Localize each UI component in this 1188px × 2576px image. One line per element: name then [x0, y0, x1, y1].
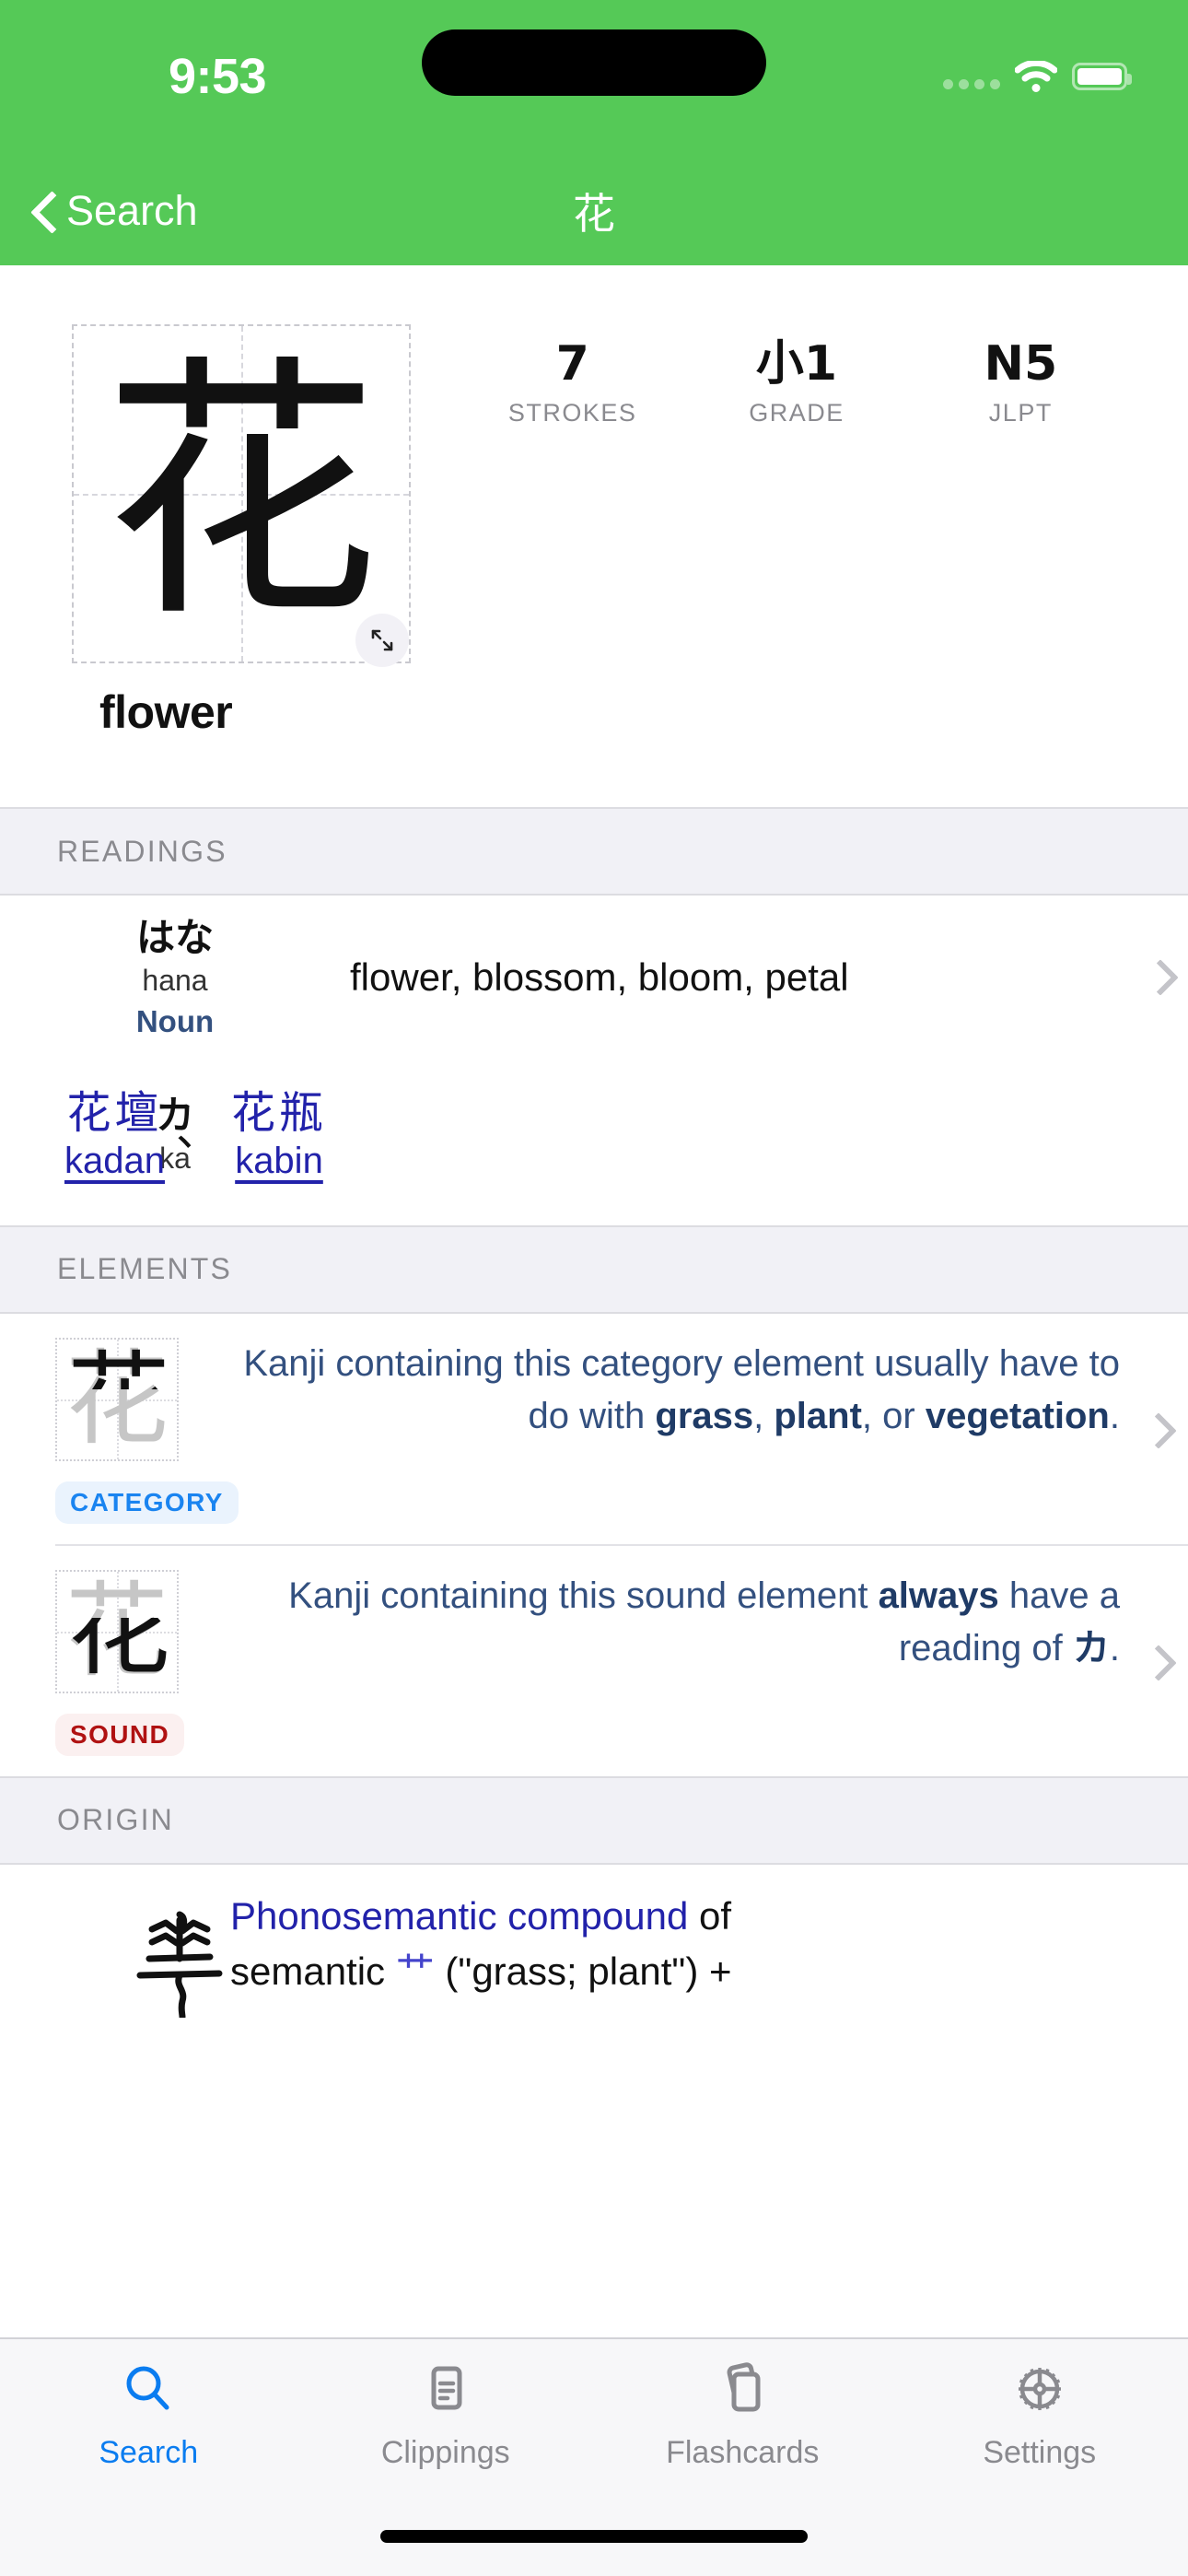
section-title: ELEMENTS — [57, 1252, 233, 1286]
section-title: READINGS — [57, 834, 227, 868]
cellular-dots-icon — [943, 64, 1000, 89]
element-row-category[interactable]: 花 花 CATEGORY Kanji containing this categ… — [0, 1314, 1188, 1544]
chevron-left-icon — [31, 192, 53, 230]
element-glyph-highlight: 花 — [67, 1617, 170, 1690]
origin-glyph-block — [0, 1889, 230, 2022]
gear-icon — [1011, 2356, 1068, 2422]
section-header-origin: ORIGIN — [0, 1775, 1188, 1865]
wifi-icon — [1015, 61, 1057, 92]
seal-script-glyph-icon — [136, 1911, 223, 2020]
tab-label: Flashcards — [666, 2435, 820, 2470]
stat-jlpt: N5 JLPT — [928, 339, 1112, 427]
origin-line2-pre: semantic — [230, 1949, 396, 1993]
cards-icon — [714, 2356, 771, 2422]
example-word-romaji: kadan — [64, 1141, 165, 1182]
reading-gloss: flower, blossom, bloom, petal — [350, 954, 849, 999]
navigation-bar: 花 Search — [0, 157, 1188, 265]
example-word[interactable]: 花瓶 kabin — [231, 1088, 327, 1183]
tab-label: Search — [99, 2435, 199, 2470]
element-row-sound[interactable]: 花 花 SOUND Kanji containing this sound el… — [0, 1546, 1188, 1776]
kanji-stroke-box[interactable]: 花 — [72, 324, 411, 663]
reading-row[interactable]: カ ka 花壇 kadan 、 花瓶 kabin — [0, 1060, 1188, 1225]
element-glyph-highlight: 花 — [57, 1340, 180, 1389]
stat-value: N5 — [984, 336, 1058, 392]
kanji-glyph: 花 — [103, 333, 379, 654]
back-button[interactable]: Search — [31, 157, 198, 265]
element-kanji-box: 花 花 — [54, 1337, 180, 1461]
example-word-romaji: kabin — [235, 1141, 323, 1182]
kanji-stats: 7 STROKES 小1 GRADE N5 JLPT — [460, 339, 1133, 427]
reading-kana: はな — [135, 915, 214, 960]
stat-strokes: 7 STROKES — [481, 339, 665, 427]
origin-line2-post: ("grass; plant") + — [434, 1949, 732, 1993]
scroll-content[interactable]: 花 flower 7 STROKES 小1 GRADE N5 JLPT READ… — [0, 265, 1188, 2337]
word-separator: 、 — [175, 1105, 220, 1157]
reading-romaji: hana — [142, 964, 208, 998]
kanji-meaning: flower — [99, 686, 233, 738]
status-badge-category: CATEGORY — [55, 1481, 239, 1524]
element-glyph-highlight-mask: 花 — [54, 1618, 180, 1694]
kanji-hero: 花 flower 7 STROKES 小1 GRADE N5 JLPT — [0, 265, 1188, 807]
dynamic-island — [422, 29, 766, 96]
status-bar-indicators — [943, 53, 1132, 100]
reading-gloss-block: flower, blossom, bloom, petal — [350, 954, 1133, 1002]
element-description: Kanji containing this category element u… — [243, 1342, 1120, 1436]
section-header-readings: READINGS — [0, 807, 1188, 896]
stat-label: STROKES — [507, 398, 637, 427]
section-title: ORIGIN — [57, 1803, 174, 1837]
origin-rest: of — [688, 1893, 732, 1938]
element-description: Kanji containing this sound element alwa… — [288, 1575, 1120, 1669]
expand-arrows-icon[interactable] — [355, 614, 409, 667]
stat-value: 小1 — [755, 336, 838, 392]
stat-grade: 小1 GRADE — [705, 339, 889, 427]
chevron-right-icon[interactable] — [1133, 965, 1188, 990]
example-word-japanese: 花瓶 — [231, 1087, 328, 1140]
example-word[interactable]: 花壇 kadan — [64, 1088, 165, 1183]
tab-settings[interactable]: Settings — [891, 2356, 1188, 2496]
origin-kanji-link[interactable]: 艹 — [396, 1949, 435, 1994]
status-bar: 9:53 — [0, 0, 1188, 157]
tab-label: Clippings — [380, 2435, 510, 2470]
document-icon — [418, 2356, 473, 2422]
status-badge-sound: SOUND — [55, 1713, 185, 1756]
section-header-elements: ELEMENTS — [0, 1224, 1188, 1314]
origin-link[interactable]: Phonosemantic compound — [230, 1894, 688, 1938]
tab-clippings[interactable]: Clippings — [297, 2356, 595, 2496]
origin-description: Phonosemantic compound of semantic 艹 ("g… — [230, 1889, 1188, 1998]
origin-row[interactable]: Phonosemantic compound of semantic 艹 ("g… — [0, 1865, 1188, 2022]
tab-label: Settings — [983, 2435, 1097, 2470]
reading-words-block: 花壇 kadan 、 花瓶 kabin — [64, 1088, 1188, 1183]
elements-section: 花 花 CATEGORY Kanji containing this categ… — [0, 1313, 1188, 1776]
chevron-right-icon[interactable] — [1129, 1650, 1188, 1676]
search-icon — [121, 2356, 176, 2422]
example-words: 花壇 kadan 、 花瓶 kabin — [64, 1088, 327, 1183]
stat-label: JLPT — [988, 398, 1053, 427]
readings-section: はな hana Noun flower, blossom, bloom, pet… — [0, 896, 1188, 1225]
reading-row[interactable]: はな hana Noun flower, blossom, bloom, pet… — [0, 896, 1188, 1060]
element-glyph-block: 花 花 SOUND — [0, 1569, 230, 1756]
tab-search[interactable]: Search — [0, 2356, 297, 2496]
element-kanji-box: 花 花 — [54, 1569, 180, 1694]
stat-value: 7 — [555, 336, 589, 392]
tab-flashcards[interactable]: Flashcards — [594, 2356, 891, 2496]
battery-icon — [1072, 63, 1132, 90]
chevron-right-icon[interactable] — [1129, 1418, 1188, 1444]
example-word-japanese: 花壇 — [66, 1087, 163, 1140]
tab-bar: Search Clippings Flashcards Settings — [0, 2337, 1188, 2576]
origin-section: Phonosemantic compound of semantic 艹 ("g… — [0, 1864, 1188, 2022]
status-bar-time: 9:53 — [168, 49, 267, 104]
home-indicator — [380, 2530, 808, 2543]
stat-label: GRADE — [749, 398, 844, 427]
element-glyph-block: 花 花 CATEGORY — [0, 1337, 239, 1524]
reading-part-of-speech: Noun — [135, 1003, 215, 1038]
back-button-label: Search — [66, 187, 198, 234]
element-glyph-highlight-mask: 花 — [54, 1337, 180, 1389]
reading-kana-block: はな hana Noun — [0, 915, 350, 1039]
